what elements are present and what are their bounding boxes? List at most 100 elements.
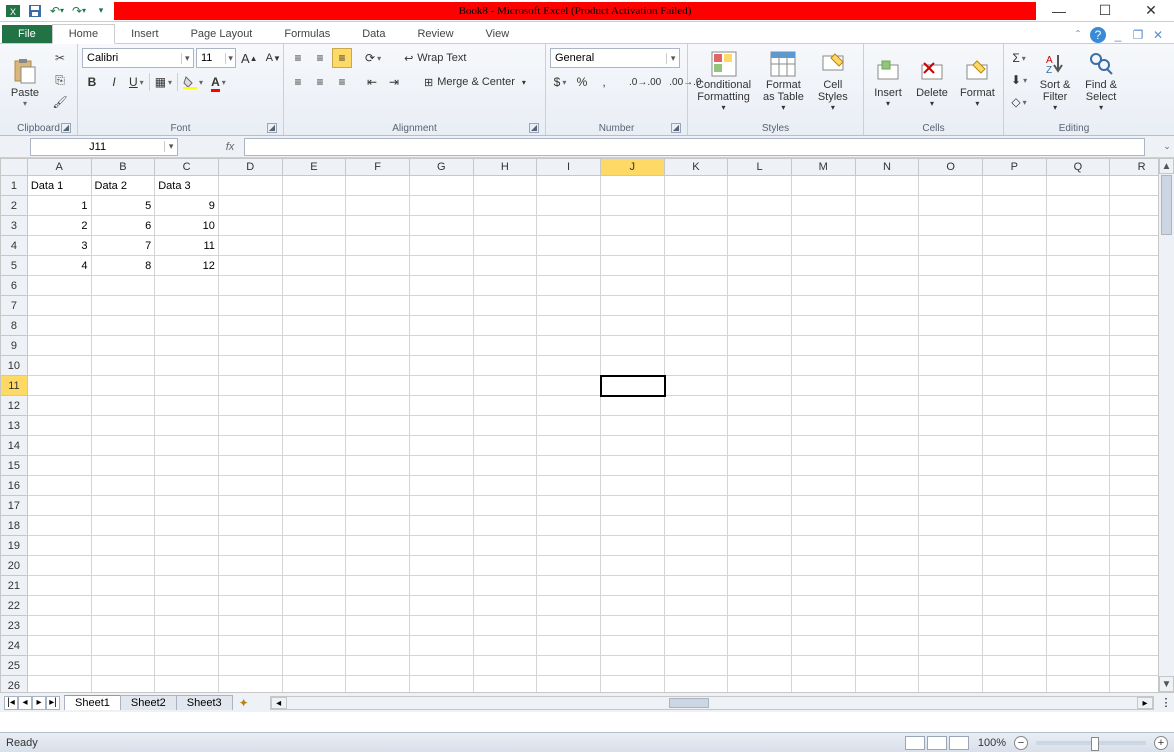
cell[interactable]	[601, 616, 665, 636]
cell[interactable]	[792, 176, 856, 196]
cell[interactable]	[792, 576, 856, 596]
cell[interactable]: 5	[92, 196, 156, 216]
cell[interactable]	[792, 496, 856, 516]
cell[interactable]	[792, 556, 856, 576]
font-launcher[interactable]: ◢	[267, 123, 277, 133]
cell[interactable]	[1047, 176, 1111, 196]
row-header[interactable]: 6	[0, 276, 28, 296]
vscroll-thumb[interactable]	[1161, 175, 1172, 235]
column-header[interactable]: O	[919, 158, 983, 176]
cell[interactable]	[346, 236, 410, 256]
row-header[interactable]: 1	[0, 176, 28, 196]
column-header[interactable]: K	[665, 158, 729, 176]
cell[interactable]	[856, 436, 920, 456]
cell[interactable]	[219, 456, 283, 476]
cell[interactable]	[410, 436, 474, 456]
cell[interactable]	[92, 336, 156, 356]
cell[interactable]	[1047, 276, 1111, 296]
cell[interactable]	[665, 196, 729, 216]
cell[interactable]	[856, 496, 920, 516]
cell[interactable]	[856, 176, 920, 196]
fx-icon[interactable]: fx	[218, 141, 242, 153]
cell[interactable]	[665, 336, 729, 356]
cell[interactable]	[346, 576, 410, 596]
cell[interactable]	[983, 236, 1047, 256]
cell[interactable]	[155, 556, 219, 576]
cell[interactable]	[537, 396, 601, 416]
cell[interactable]: 2	[28, 216, 92, 236]
clear-icon[interactable]: ◇	[1008, 92, 1030, 112]
cell[interactable]	[665, 316, 729, 336]
column-header[interactable]: N	[856, 158, 920, 176]
cell[interactable]	[665, 256, 729, 276]
cell[interactable]: 7	[92, 236, 156, 256]
cell[interactable]	[792, 416, 856, 436]
split-handle[interactable]: ⋮	[1158, 696, 1174, 709]
find-select-button[interactable]: Find & Select▾	[1080, 48, 1122, 114]
cell[interactable]	[537, 416, 601, 436]
cell[interactable]	[28, 296, 92, 316]
cell[interactable]	[410, 256, 474, 276]
font-size-combo[interactable]: ▾	[196, 48, 236, 68]
row-header[interactable]: 18	[0, 516, 28, 536]
cell[interactable]	[346, 416, 410, 436]
cell[interactable]	[283, 176, 347, 196]
cell[interactable]	[283, 376, 347, 396]
cell[interactable]	[919, 436, 983, 456]
cell[interactable]	[728, 596, 792, 616]
cell[interactable]	[1047, 556, 1111, 576]
cell[interactable]	[410, 176, 474, 196]
cell[interactable]	[283, 516, 347, 536]
cell[interactable]	[601, 176, 665, 196]
cell[interactable]	[665, 456, 729, 476]
cell[interactable]	[474, 216, 538, 236]
cell[interactable]	[728, 456, 792, 476]
cell[interactable]	[474, 336, 538, 356]
cell[interactable]	[1047, 236, 1111, 256]
cell[interactable]: 1	[28, 196, 92, 216]
page-break-view-icon[interactable]	[949, 736, 969, 750]
cell[interactable]	[92, 376, 156, 396]
format-painter-icon[interactable]: 🖌	[50, 92, 70, 112]
cell[interactable]	[474, 576, 538, 596]
row-header[interactable]: 20	[0, 556, 28, 576]
cell[interactable]	[983, 456, 1047, 476]
comma-format-icon[interactable]: ,	[594, 72, 614, 92]
cell[interactable]	[1047, 356, 1111, 376]
cell[interactable]	[219, 676, 283, 692]
cell[interactable]	[410, 396, 474, 416]
cell[interactable]	[283, 676, 347, 692]
cell[interactable]	[28, 656, 92, 676]
cell[interactable]	[537, 456, 601, 476]
row-header[interactable]: 16	[0, 476, 28, 496]
cell[interactable]	[601, 556, 665, 576]
cell[interactable]	[665, 356, 729, 376]
cell[interactable]	[346, 476, 410, 496]
cell[interactable]	[665, 636, 729, 656]
cell[interactable]	[983, 176, 1047, 196]
redo-icon[interactable]: ↷▾	[70, 2, 88, 20]
align-left-icon[interactable]: ≡	[288, 72, 308, 92]
copy-icon[interactable]: ⎘	[50, 70, 70, 90]
cell[interactable]	[346, 436, 410, 456]
cell[interactable]	[283, 416, 347, 436]
cell[interactable]	[155, 276, 219, 296]
close-button[interactable]: ✕	[1128, 0, 1174, 22]
cell[interactable]	[601, 536, 665, 556]
cell[interactable]: 11	[155, 236, 219, 256]
cell[interactable]	[856, 536, 920, 556]
cell[interactable]	[919, 536, 983, 556]
cell[interactable]	[728, 396, 792, 416]
page-layout-view-icon[interactable]	[927, 736, 947, 750]
cell[interactable]	[665, 296, 729, 316]
cell[interactable]	[601, 336, 665, 356]
cell[interactable]	[537, 476, 601, 496]
cell-styles-button[interactable]: Cell Styles▾	[812, 48, 854, 114]
cell[interactable]	[601, 676, 665, 692]
cell[interactable]	[219, 436, 283, 456]
cell[interactable]	[219, 316, 283, 336]
cell[interactable]: Data 3	[155, 176, 219, 196]
cell[interactable]	[728, 376, 792, 396]
merge-center-button[interactable]: ⊞Merge & Center▾	[420, 72, 530, 92]
paste-button[interactable]: Paste ▾	[4, 48, 46, 114]
